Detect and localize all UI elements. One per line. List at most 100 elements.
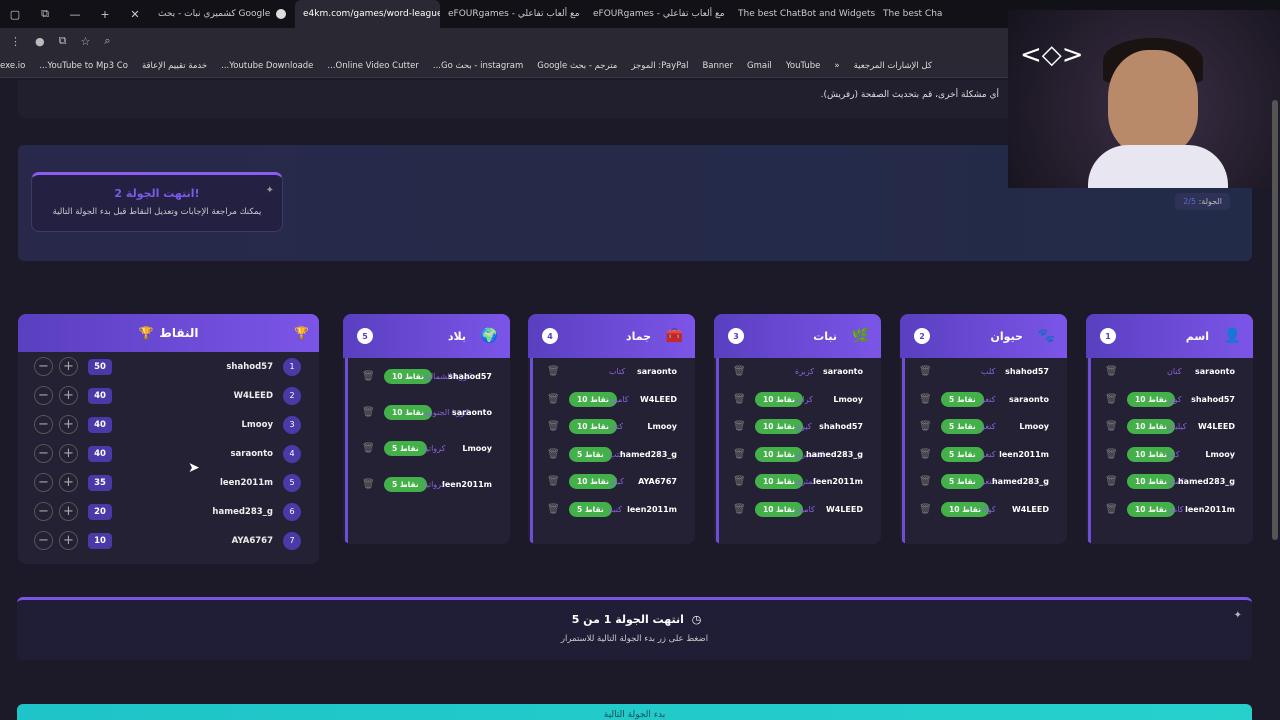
category-name: حيوان: [990, 329, 1023, 343]
category-name: بلاد: [447, 329, 466, 343]
star-icon[interactable]: ☆: [80, 35, 90, 48]
browser-tab[interactable]: eFOURgames - مع ألعاب تفاعلي: [585, 0, 730, 28]
player-name: saraonto: [230, 448, 273, 459]
bookmark-yt-mp3[interactable]: YouTube to Mp3 Co...: [39, 61, 128, 71]
points-badge[interactable]: 5 نقاط: [941, 474, 984, 490]
bookmark-youtube-downloader[interactable]: Youtube Downloade...: [221, 61, 313, 71]
plus-button[interactable]: +: [59, 473, 78, 492]
bookmark-youtube[interactable]: YouTube: [786, 61, 821, 71]
answer-row: 🗑 5 نقاط كنبة leen2011m: [533, 496, 695, 524]
window-menu-icon[interactable]: ▢: [0, 8, 30, 21]
answer-row: 🗑 5 نقاط كرواتيا Lmooy: [348, 430, 510, 466]
trash-icon[interactable]: 🗑: [919, 449, 932, 460]
browser-tab-active[interactable]: e4km.com/games/word-league: [295, 0, 440, 28]
plus-button[interactable]: +: [59, 386, 78, 405]
plus-button[interactable]: +: [59, 531, 78, 550]
answer-row: 🗑 10 نقاط كاميتر W4LEED: [719, 496, 881, 524]
trash-icon[interactable]: 🗑: [1105, 421, 1118, 432]
trash-icon[interactable]: 🗑: [1105, 394, 1118, 405]
trash-icon[interactable]: 🗑: [733, 394, 746, 405]
profile-icon[interactable]: ●: [35, 35, 45, 48]
points-badge[interactable]: 5 نقاط: [384, 440, 427, 456]
bookmark-translate[interactable]: مترجم - بحث Google: [537, 61, 617, 71]
points-badge[interactable]: 5 نقاط: [569, 446, 612, 462]
trash-icon[interactable]: 🗑: [547, 394, 560, 405]
trash-icon[interactable]: 🗑: [362, 479, 375, 490]
trash-icon[interactable]: 🗑: [733, 504, 746, 515]
bookmark-disability[interactable]: خدمة تقييم الإعاقة: [142, 61, 207, 71]
points-badge[interactable]: 5 نقاط: [941, 419, 984, 435]
trash-icon[interactable]: 🗑: [547, 449, 560, 460]
trash-icon[interactable]: 🗑: [919, 394, 932, 405]
minus-button[interactable]: −: [34, 531, 53, 550]
score-row: − +35 leen2011m 5: [18, 468, 319, 497]
answer-player: W4LEED: [639, 394, 677, 404]
answers-list: 🗑 كتاب saraonto 🗑 10 نقاط كاميرا W4LEED 🗑 10 نقا…: [530, 358, 695, 544]
next-round-button[interactable]: بدء الجولة التالية: [17, 704, 1252, 720]
score-row: − +20 hamed283_g 6: [18, 497, 319, 526]
trash-icon[interactable]: 🗑: [919, 476, 932, 487]
trash-icon[interactable]: 🗑: [733, 421, 746, 432]
trash-icon[interactable]: 🗑: [1105, 366, 1118, 377]
page-scrollbar[interactable]: [1272, 100, 1278, 540]
minimize-icon[interactable]: —: [60, 8, 90, 21]
score-row: − +40 saraonto 4: [18, 439, 319, 468]
close-tab-icon[interactable]: ✕: [120, 8, 150, 21]
trash-icon[interactable]: 🗑: [362, 407, 375, 418]
trash-icon[interactable]: 🗑: [919, 421, 932, 432]
trash-icon[interactable]: 🗑: [733, 366, 746, 377]
minus-button[interactable]: −: [34, 473, 53, 492]
minus-button[interactable]: −: [34, 386, 53, 405]
bookmark-instagram[interactable]: instagram - بحث Go...: [433, 61, 523, 71]
trash-icon[interactable]: 🗑: [362, 371, 375, 382]
browser-tab[interactable]: كشميري نبات - بحث Google: [150, 0, 295, 28]
plus-button[interactable]: +: [59, 415, 78, 434]
bookmark-exe[interactable]: exe.io: [0, 61, 25, 71]
bookmark-all[interactable]: كل الإشارات المرجعية: [854, 61, 932, 71]
plus-button[interactable]: +: [59, 502, 78, 521]
trash-icon[interactable]: 🗑: [919, 504, 932, 515]
trash-icon[interactable]: 🗑: [1105, 476, 1118, 487]
plus-button[interactable]: +: [59, 357, 78, 376]
tab-search-icon[interactable]: ⧉: [30, 7, 60, 21]
bookmark-banner[interactable]: Banner: [702, 61, 733, 71]
minus-button[interactable]: −: [34, 415, 53, 434]
minus-button[interactable]: −: [34, 357, 53, 376]
browser-tab[interactable]: The best Cha: [875, 0, 1020, 28]
trash-icon[interactable]: 🗑: [733, 476, 746, 487]
minus-button[interactable]: −: [34, 444, 53, 463]
answer-word: كلب: [981, 367, 996, 377]
zoom-icon[interactable]: ⌕: [104, 34, 110, 48]
trash-icon[interactable]: 🗑: [919, 366, 932, 377]
trash-icon[interactable]: 🗑: [547, 476, 560, 487]
points-badge[interactable]: 5 نقاط: [569, 501, 612, 517]
points-badge[interactable]: 5 نقاط: [384, 476, 427, 492]
points-badge[interactable]: 5 نقاط: [941, 446, 984, 462]
trash-icon[interactable]: 🗑: [547, 366, 560, 377]
points-badge[interactable]: 5 نقاط: [941, 391, 984, 407]
browser-tab[interactable]: The best ChatBot and Widgets: [730, 0, 875, 28]
plus-button[interactable]: +: [59, 444, 78, 463]
trash-icon[interactable]: 🗑: [733, 449, 746, 460]
trash-icon[interactable]: 🗑: [547, 504, 560, 515]
extensions-icon[interactable]: ⧉: [59, 34, 67, 48]
trash-icon[interactable]: 🗑: [1105, 449, 1118, 460]
bookmark-paypal[interactable]: PayPal: الموجز: [631, 61, 688, 71]
player-rank: 7: [283, 531, 301, 550]
answer-player: Lmooy: [1019, 422, 1049, 432]
trash-icon[interactable]: 🗑: [362, 443, 375, 454]
bookmark-video-cutter[interactable]: Online Video Cutter...: [327, 61, 418, 71]
chevron-icon[interactable]: «: [834, 61, 839, 71]
answer-player: leen2011m: [442, 479, 492, 489]
answer-row: 🗑 10 نقاط كمثرى leen2011m: [719, 468, 881, 496]
trash-icon[interactable]: 🗑: [1105, 504, 1118, 515]
browser-tab[interactable]: eFOURgames - مع ألعاب تفاعلي: [440, 0, 585, 28]
answer-word: كتاب: [609, 367, 626, 377]
minus-button[interactable]: −: [34, 502, 53, 521]
answer-player: saraonto: [1008, 394, 1049, 404]
bookmark-gmail[interactable]: Gmail: [747, 61, 772, 71]
answers-list: 🗑 10 نقاط كوريا الشمالية shahod57 🗑 10 نقاط كو…: [345, 358, 510, 544]
new-tab-icon[interactable]: +: [90, 8, 120, 21]
trash-icon[interactable]: 🗑: [547, 421, 560, 432]
menu-dots-icon[interactable]: ⋮: [10, 35, 21, 48]
